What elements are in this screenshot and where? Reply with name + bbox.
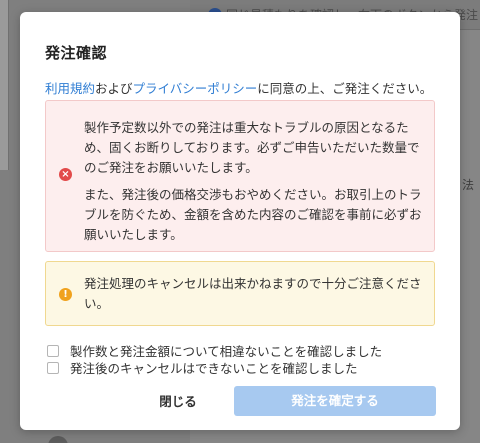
error-circle-icon: × (59, 168, 72, 181)
warning-text: 発注処理のキャンセルは出来かねますので十分ご注意ください。 (84, 276, 422, 311)
privacy-link[interactable]: プライバシーポリシー (133, 81, 258, 96)
order-confirm-modal: 発注確認 利用規約およびプライバシーポリシーに同意の上、ご発注ください。 × 製… (20, 12, 460, 430)
confirm-no-cancel-label: 発注後のキャンセルはできないことを確認しました (70, 361, 358, 376)
confirm-no-cancel-checkbox[interactable] (47, 361, 59, 374)
modal-title: 発注確認 (45, 44, 108, 62)
error-paragraph-1: 製作予定数以外での発注は重大なトラブルの原因となるため、固くお断りしております。… (84, 120, 420, 175)
agreement-and: および (95, 81, 133, 96)
background-left-strip (0, 0, 9, 170)
background-side-text: 法 (462, 178, 475, 192)
close-button[interactable]: 閉じる (138, 387, 218, 417)
agreement-suffix: に同意の上、ご発注ください。 (257, 81, 433, 96)
warning-circle-icon: ! (59, 288, 72, 301)
confirm-order-button[interactable]: 発注を確定する (234, 386, 436, 416)
confirm-quantity-checkbox[interactable] (47, 344, 59, 357)
error-paragraph-2: また、発注後の価格交渉もおやめください。お取引上のトラブルを防ぐため、金額を含め… (84, 187, 422, 242)
agreement-text: 利用規約およびプライバシーポリシーに同意の上、ご発注ください。 (45, 78, 445, 97)
warning-alert: ! 発注処理のキャンセルは出来かねますので十分ご注意ください。 (45, 261, 435, 326)
error-alert: × 製作予定数以外での発注は重大なトラブルの原因となるため、固くお断りしておりま… (45, 100, 435, 252)
terms-link[interactable]: 利用規約 (45, 81, 95, 96)
confirm-no-cancel-checkbox-row[interactable]: 発注後のキャンセルはできないことを確認しました (47, 358, 358, 377)
